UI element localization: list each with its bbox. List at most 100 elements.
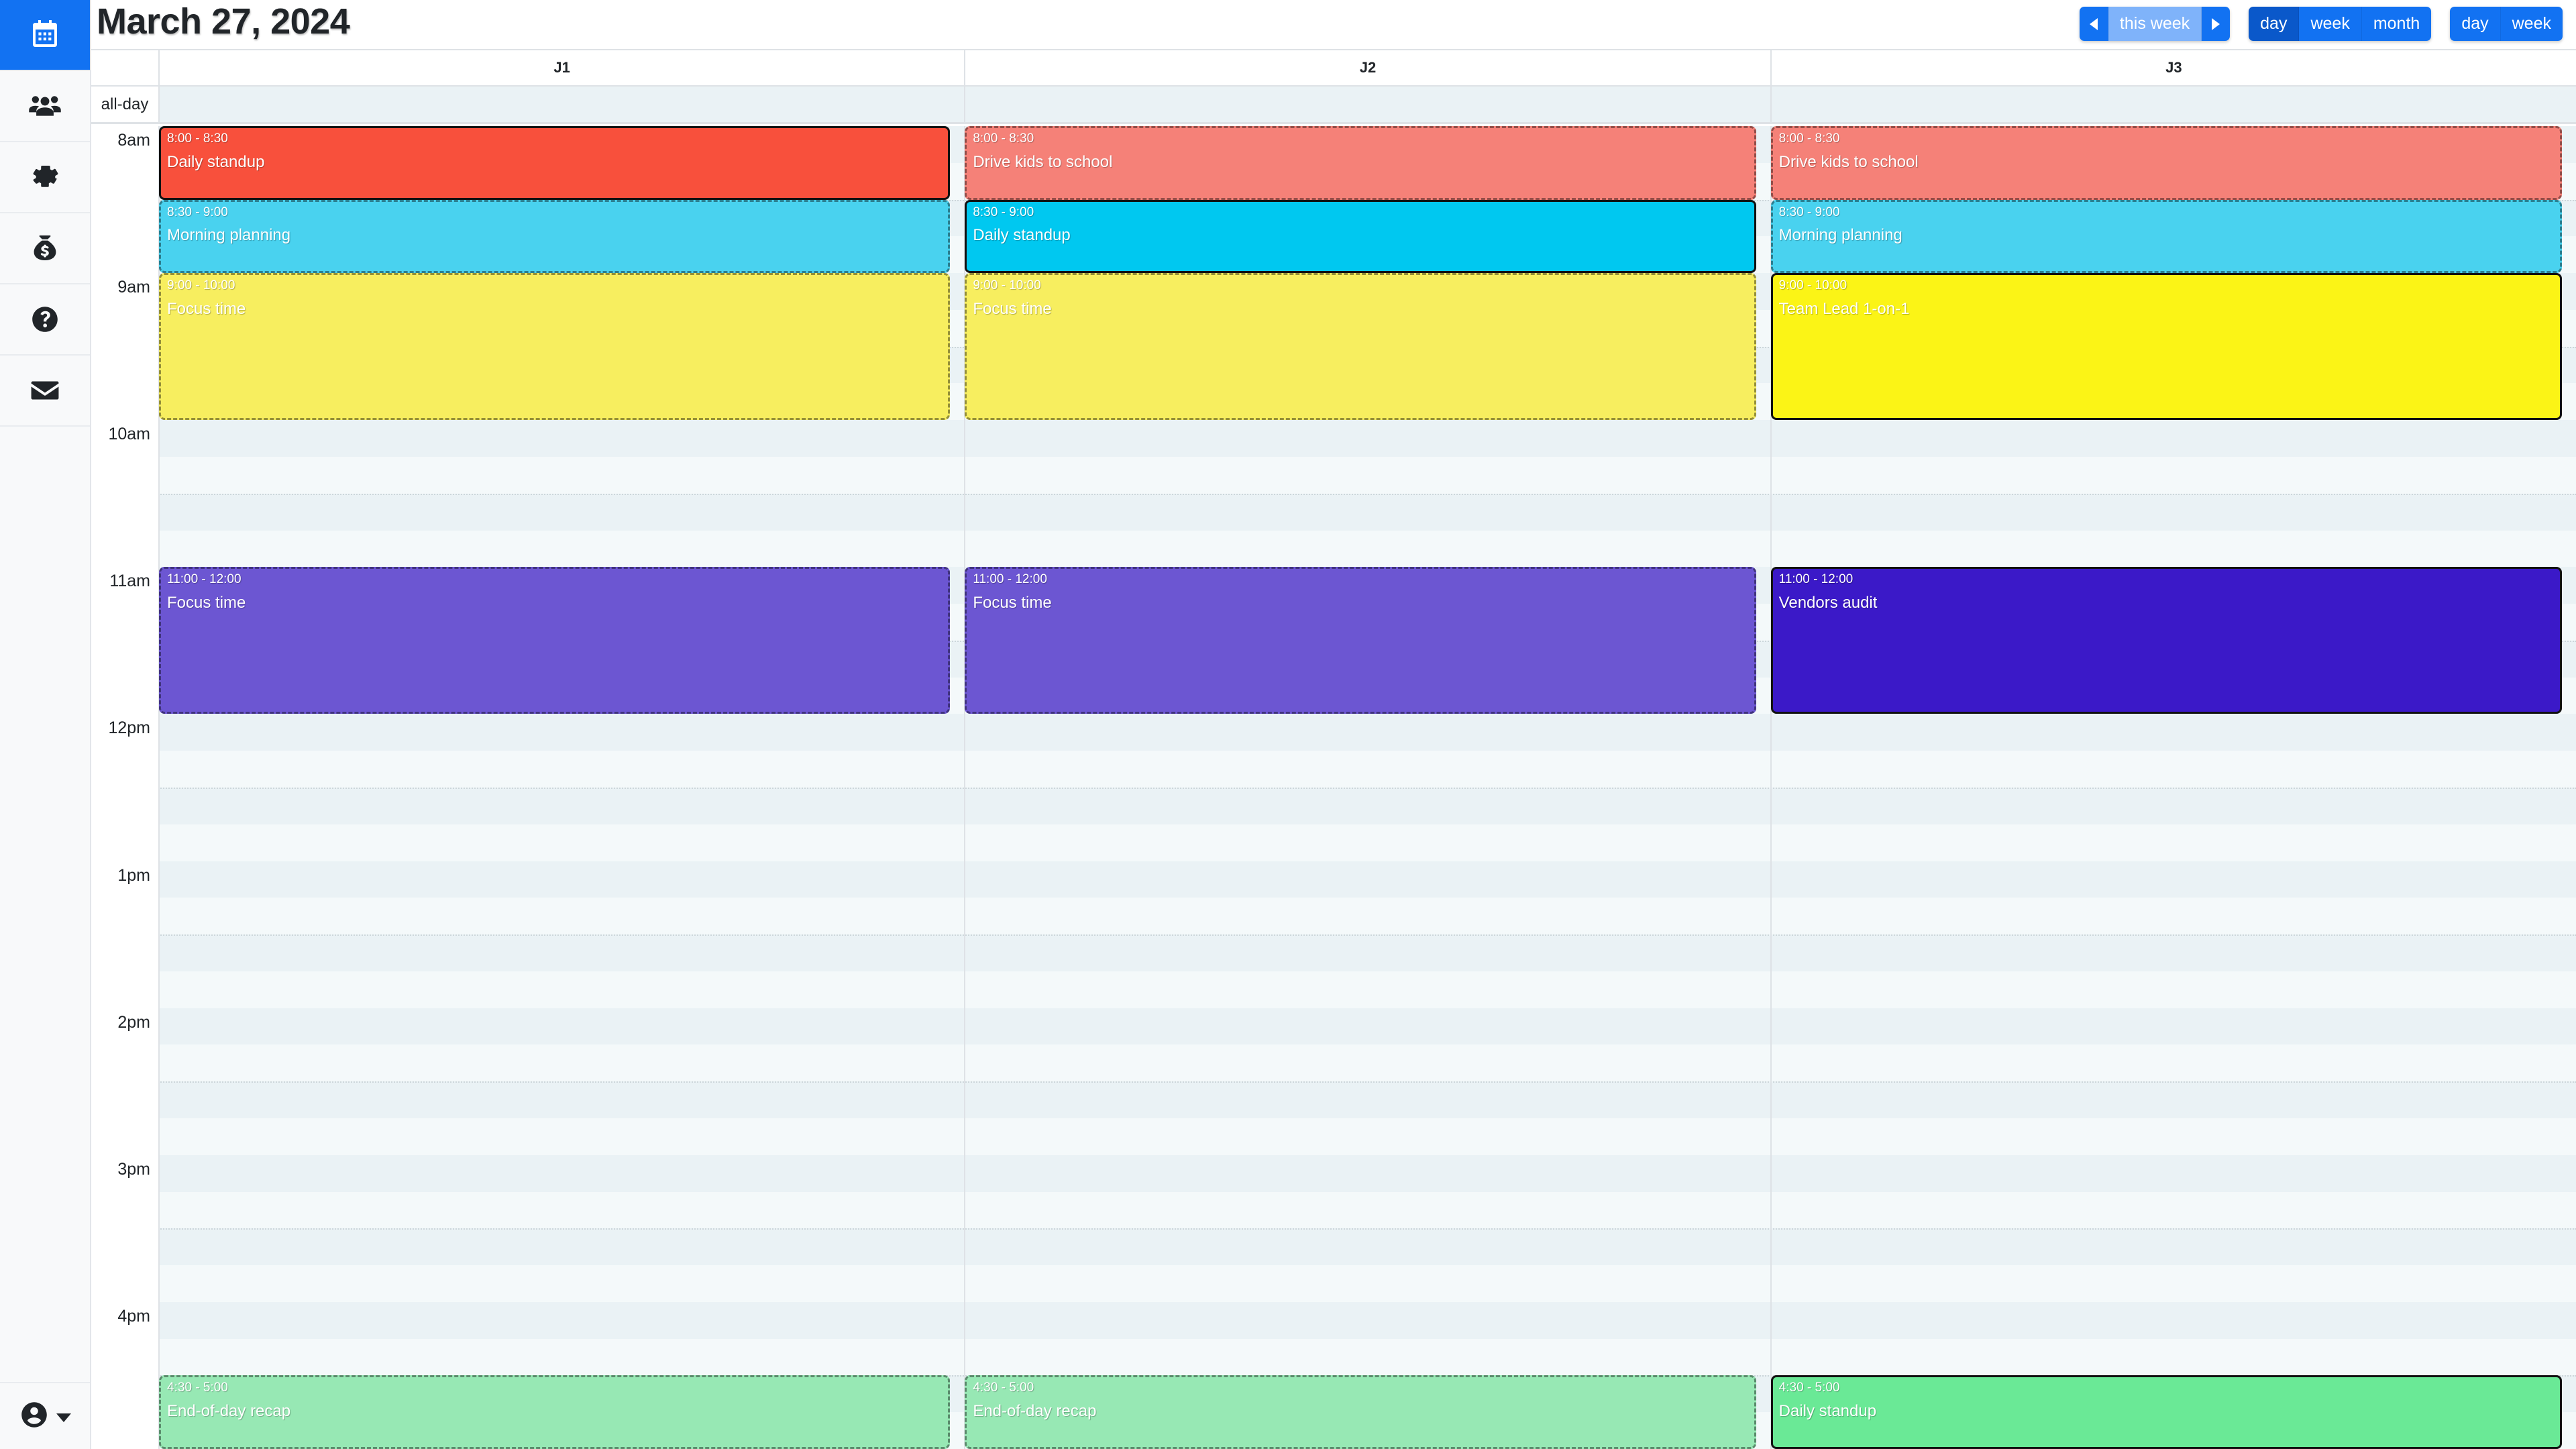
calendar-event[interactable]: 8:00 - 8:30 Drive kids to school bbox=[965, 126, 1756, 200]
chevron-left-icon bbox=[2089, 17, 2098, 30]
calendar-event[interactable]: 4:30 - 5:00 End-of-day recap bbox=[965, 1375, 1756, 1449]
grid-stripe bbox=[158, 530, 2576, 568]
view-month-button[interactable]: month bbox=[2361, 7, 2432, 41]
sidebar-item-help[interactable] bbox=[0, 284, 90, 356]
column-header-j2: J2 bbox=[964, 50, 1770, 85]
secondary-view-group: day week bbox=[2450, 7, 2563, 41]
all-day-label: all-day bbox=[91, 87, 158, 122]
toolbar: this week day week month day week bbox=[2079, 7, 2563, 41]
grid-stripe bbox=[158, 1338, 2576, 1376]
view-day-button[interactable]: day bbox=[2249, 7, 2300, 41]
event-title: Morning planning bbox=[1778, 226, 1902, 245]
this-week-button[interactable]: this week bbox=[2108, 7, 2202, 41]
question-circle-icon bbox=[29, 303, 61, 335]
event-time: 11:00 - 12:00 bbox=[167, 572, 241, 587]
calendar-icon bbox=[29, 19, 61, 51]
calendar-event[interactable]: 8:00 - 8:30 Daily standup bbox=[159, 126, 951, 200]
calendar-event[interactable]: 9:00 - 10:00 Focus time bbox=[159, 273, 951, 421]
event-title: Focus time bbox=[973, 594, 1052, 612]
view-switch-group: day week month bbox=[2249, 7, 2432, 41]
sidebar-item-people[interactable] bbox=[0, 71, 90, 142]
calendar-event[interactable]: 4:30 - 5:00 End-of-day recap bbox=[159, 1375, 951, 1449]
column-header-label: J1 bbox=[553, 59, 570, 76]
sidebar-item-calendar[interactable] bbox=[0, 0, 90, 71]
event-time: 4:30 - 5:00 bbox=[167, 1381, 228, 1395]
event-time: 8:00 - 8:30 bbox=[973, 131, 1034, 146]
event-title: Drive kids to school bbox=[973, 152, 1113, 171]
event-time: 9:00 - 10:00 bbox=[1778, 278, 1847, 293]
event-time: 8:30 - 9:00 bbox=[973, 205, 1034, 219]
column-header-j3: J3 bbox=[1770, 50, 2576, 85]
hour-label: 4pm bbox=[117, 1306, 150, 1326]
event-time: 4:30 - 5:00 bbox=[973, 1381, 1034, 1395]
column-header-j1: J1 bbox=[158, 50, 964, 85]
grid-stripe bbox=[158, 898, 2576, 935]
grid-stripe bbox=[158, 1265, 2576, 1302]
grid-stripe bbox=[158, 971, 2576, 1008]
grid-stripe bbox=[158, 1191, 2576, 1229]
user-circle-icon bbox=[19, 1399, 50, 1434]
event-title: Drive kids to school bbox=[1778, 152, 1919, 171]
event-title: End-of-day recap bbox=[167, 1402, 291, 1421]
view-week-button[interactable]: week bbox=[2299, 7, 2362, 41]
grid-stripe bbox=[158, 1044, 2576, 1082]
calendar-event[interactable]: 11:00 - 12:00 Vendors audit bbox=[1770, 567, 2562, 714]
time-gutter bbox=[91, 126, 158, 1449]
column-header-label: J2 bbox=[1359, 59, 1377, 76]
event-title: Daily standup bbox=[1778, 1402, 1877, 1421]
column-header-row: J1 J2 J3 bbox=[91, 49, 2576, 87]
event-title: Focus time bbox=[167, 594, 246, 612]
next-period-button[interactable] bbox=[2202, 7, 2231, 41]
calendar-view: J1 J2 J3 all-day 8am 9am 10am 11am 12pm 1pm 2pm 3… bbox=[91, 49, 2576, 1449]
sidebar-item-settings[interactable] bbox=[0, 142, 90, 213]
account-menu[interactable] bbox=[0, 1382, 90, 1449]
sidebar-item-messages[interactable] bbox=[0, 356, 90, 427]
event-title: Vendors audit bbox=[1778, 594, 1878, 612]
event-title: Team Lead 1-on-1 bbox=[1778, 300, 1910, 319]
all-day-cell-j3[interactable] bbox=[1770, 87, 2576, 122]
calendar-event[interactable]: 11:00 - 12:00 Focus time bbox=[159, 567, 951, 714]
gear-icon bbox=[29, 161, 61, 193]
calendar-event[interactable]: 8:30 - 9:00 Morning planning bbox=[1770, 199, 2562, 274]
time-grid[interactable]: 8am 9am 10am 11am 12pm 1pm 2pm 3pm 4pm 8:00 - 8:3… bbox=[91, 126, 2576, 1449]
calendar-event[interactable]: 9:00 - 10:00 Team Lead 1-on-1 bbox=[1770, 273, 2562, 421]
hour-label: 3pm bbox=[117, 1159, 150, 1179]
hour-label: 8am bbox=[117, 131, 150, 150]
hour-label: 2pm bbox=[117, 1012, 150, 1032]
event-title: Daily standup bbox=[167, 152, 265, 171]
secondary-day-button[interactable]: day bbox=[2450, 7, 2501, 41]
event-time: 11:00 - 12:00 bbox=[1778, 572, 1854, 587]
grid-stripe bbox=[158, 457, 2576, 494]
calendar-event[interactable]: 4:30 - 5:00 Daily standup bbox=[1770, 1375, 2562, 1449]
calendar-event[interactable]: 8:30 - 9:00 Morning planning bbox=[159, 199, 951, 274]
event-time: 11:00 - 12:00 bbox=[973, 572, 1047, 587]
calendar-app: March 27, 2024 this week day week month … bbox=[0, 0, 2576, 1449]
all-day-cell-j1[interactable] bbox=[158, 87, 964, 122]
column-header-label: J3 bbox=[2165, 59, 2182, 76]
envelope-icon bbox=[28, 374, 62, 407]
event-title: Focus time bbox=[167, 300, 246, 319]
event-title: End-of-day recap bbox=[973, 1402, 1097, 1421]
prev-period-button[interactable] bbox=[2079, 7, 2108, 41]
event-time: 8:00 - 8:30 bbox=[167, 131, 228, 146]
event-time: 8:00 - 8:30 bbox=[1778, 131, 1840, 146]
money-bag-icon bbox=[29, 232, 61, 264]
hour-label: 1pm bbox=[117, 865, 150, 885]
sidebar-item-billing[interactable] bbox=[0, 213, 90, 284]
event-time: 8:30 - 9:00 bbox=[1778, 205, 1840, 219]
secondary-week-button[interactable]: week bbox=[2500, 7, 2563, 41]
hour-label: 12pm bbox=[108, 718, 150, 738]
chevron-down-icon bbox=[56, 1413, 71, 1422]
event-time: 9:00 - 10:00 bbox=[167, 278, 235, 293]
event-time: 9:00 - 10:00 bbox=[973, 278, 1041, 293]
all-day-row: all-day bbox=[91, 87, 2576, 124]
all-day-cell-j2[interactable] bbox=[964, 87, 1770, 122]
hour-label: 9am bbox=[117, 278, 150, 297]
date-nav-group: this week bbox=[2079, 7, 2231, 41]
grid-stripe bbox=[158, 751, 2576, 788]
event-time: 8:30 - 9:00 bbox=[167, 205, 228, 219]
calendar-event[interactable]: 8:00 - 8:30 Drive kids to school bbox=[1770, 126, 2562, 200]
calendar-event[interactable]: 11:00 - 12:00 Focus time bbox=[965, 567, 1756, 714]
calendar-event[interactable]: 8:30 - 9:00 Daily standup bbox=[965, 199, 1756, 274]
calendar-event[interactable]: 9:00 - 10:00 Focus time bbox=[965, 273, 1756, 421]
